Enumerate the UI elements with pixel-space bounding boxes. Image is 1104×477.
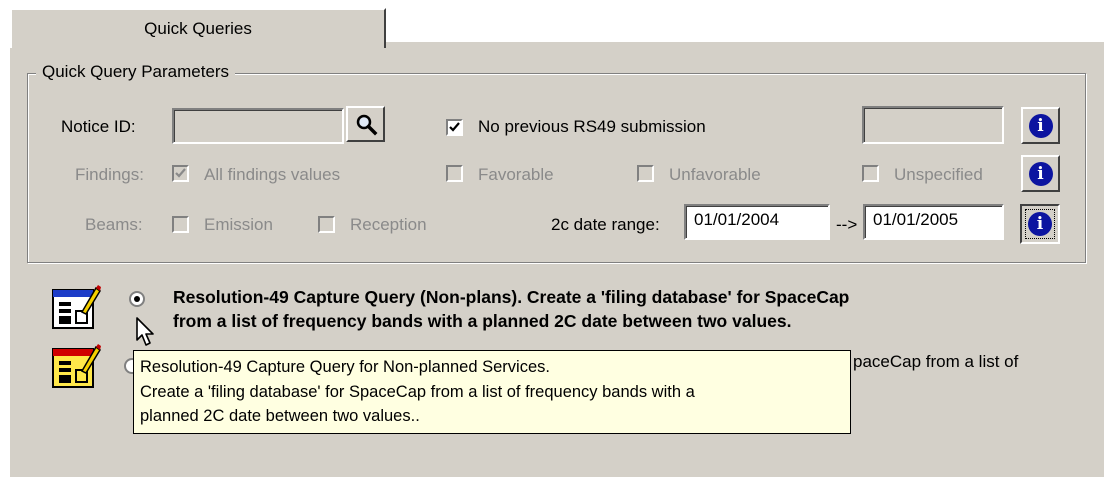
reception-checkbox[interactable] bbox=[318, 216, 335, 233]
date-range-arrow: --> bbox=[836, 215, 858, 234]
unfavorable-label: Unfavorable bbox=[669, 165, 761, 184]
query1-radio[interactable] bbox=[129, 291, 145, 307]
checkmark-icon bbox=[449, 122, 460, 132]
group-legend: Quick Query Parameters bbox=[36, 62, 236, 82]
form-pencil-icon bbox=[52, 343, 102, 396]
query-tooltip: Resolution-49 Capture Query for Non-plan… bbox=[133, 350, 851, 434]
arrow-cursor-icon bbox=[135, 316, 157, 353]
date-from-field[interactable]: 01/01/2004 bbox=[684, 204, 830, 240]
query2-partial-text: paceCap from a list of bbox=[853, 352, 1019, 371]
tab-strip-line bbox=[386, 40, 1104, 42]
tooltip-line1: Resolution-49 Capture Query for Non-plan… bbox=[140, 358, 550, 376]
findings-label: Findings: bbox=[75, 165, 144, 184]
favorable-label: Favorable bbox=[478, 165, 554, 184]
query1-line1: Resolution-49 Capture Query (Non-plans).… bbox=[173, 287, 850, 307]
emission-label: Emission bbox=[204, 215, 273, 234]
notice-id-search-button[interactable] bbox=[346, 106, 385, 142]
tab-label: Quick Queries bbox=[144, 19, 252, 38]
all-findings-checkbox[interactable] bbox=[172, 165, 189, 182]
tooltip-line3: planned 2C date between two values.. bbox=[140, 407, 420, 425]
favorable-checkbox[interactable] bbox=[446, 165, 463, 182]
info-button-row3[interactable]: i bbox=[1020, 204, 1060, 244]
notice-id-field[interactable] bbox=[172, 108, 344, 144]
unfavorable-checkbox[interactable] bbox=[637, 165, 654, 182]
date-range-label: 2c date range: bbox=[551, 215, 660, 234]
beams-label: Beams: bbox=[85, 215, 143, 234]
reception-label: Reception bbox=[350, 215, 427, 234]
right-text-field[interactable] bbox=[862, 106, 1004, 144]
no-previous-checkbox[interactable] bbox=[446, 119, 463, 136]
focus-rect: i bbox=[1025, 209, 1055, 239]
tooltip-line2: Create a 'filing database' for SpaceCap … bbox=[140, 382, 695, 401]
tab-quick-queries[interactable]: Quick Queries bbox=[10, 8, 386, 48]
unspecified-checkbox[interactable] bbox=[862, 165, 879, 182]
info-icon: i bbox=[1028, 212, 1052, 236]
info-button-row1[interactable]: i bbox=[1021, 107, 1060, 144]
form-pencil-icon bbox=[52, 284, 102, 337]
query1-line2: from a list of frequency bands with a pl… bbox=[173, 311, 792, 331]
info-icon: i bbox=[1028, 161, 1053, 186]
emission-checkbox[interactable] bbox=[172, 216, 189, 233]
magnifier-icon bbox=[356, 114, 377, 136]
unspecified-label: Unspecified bbox=[894, 165, 983, 184]
info-button-row2[interactable]: i bbox=[1021, 155, 1060, 192]
all-findings-label: All findings values bbox=[204, 165, 341, 184]
no-previous-label: No previous RS49 submission bbox=[478, 117, 706, 136]
info-icon: i bbox=[1028, 113, 1053, 138]
notice-id-label: Notice ID: bbox=[61, 117, 136, 136]
date-to-field[interactable]: 01/01/2005 bbox=[863, 204, 1004, 240]
radio-selected-dot bbox=[134, 296, 140, 302]
checkmark-icon bbox=[175, 168, 186, 178]
